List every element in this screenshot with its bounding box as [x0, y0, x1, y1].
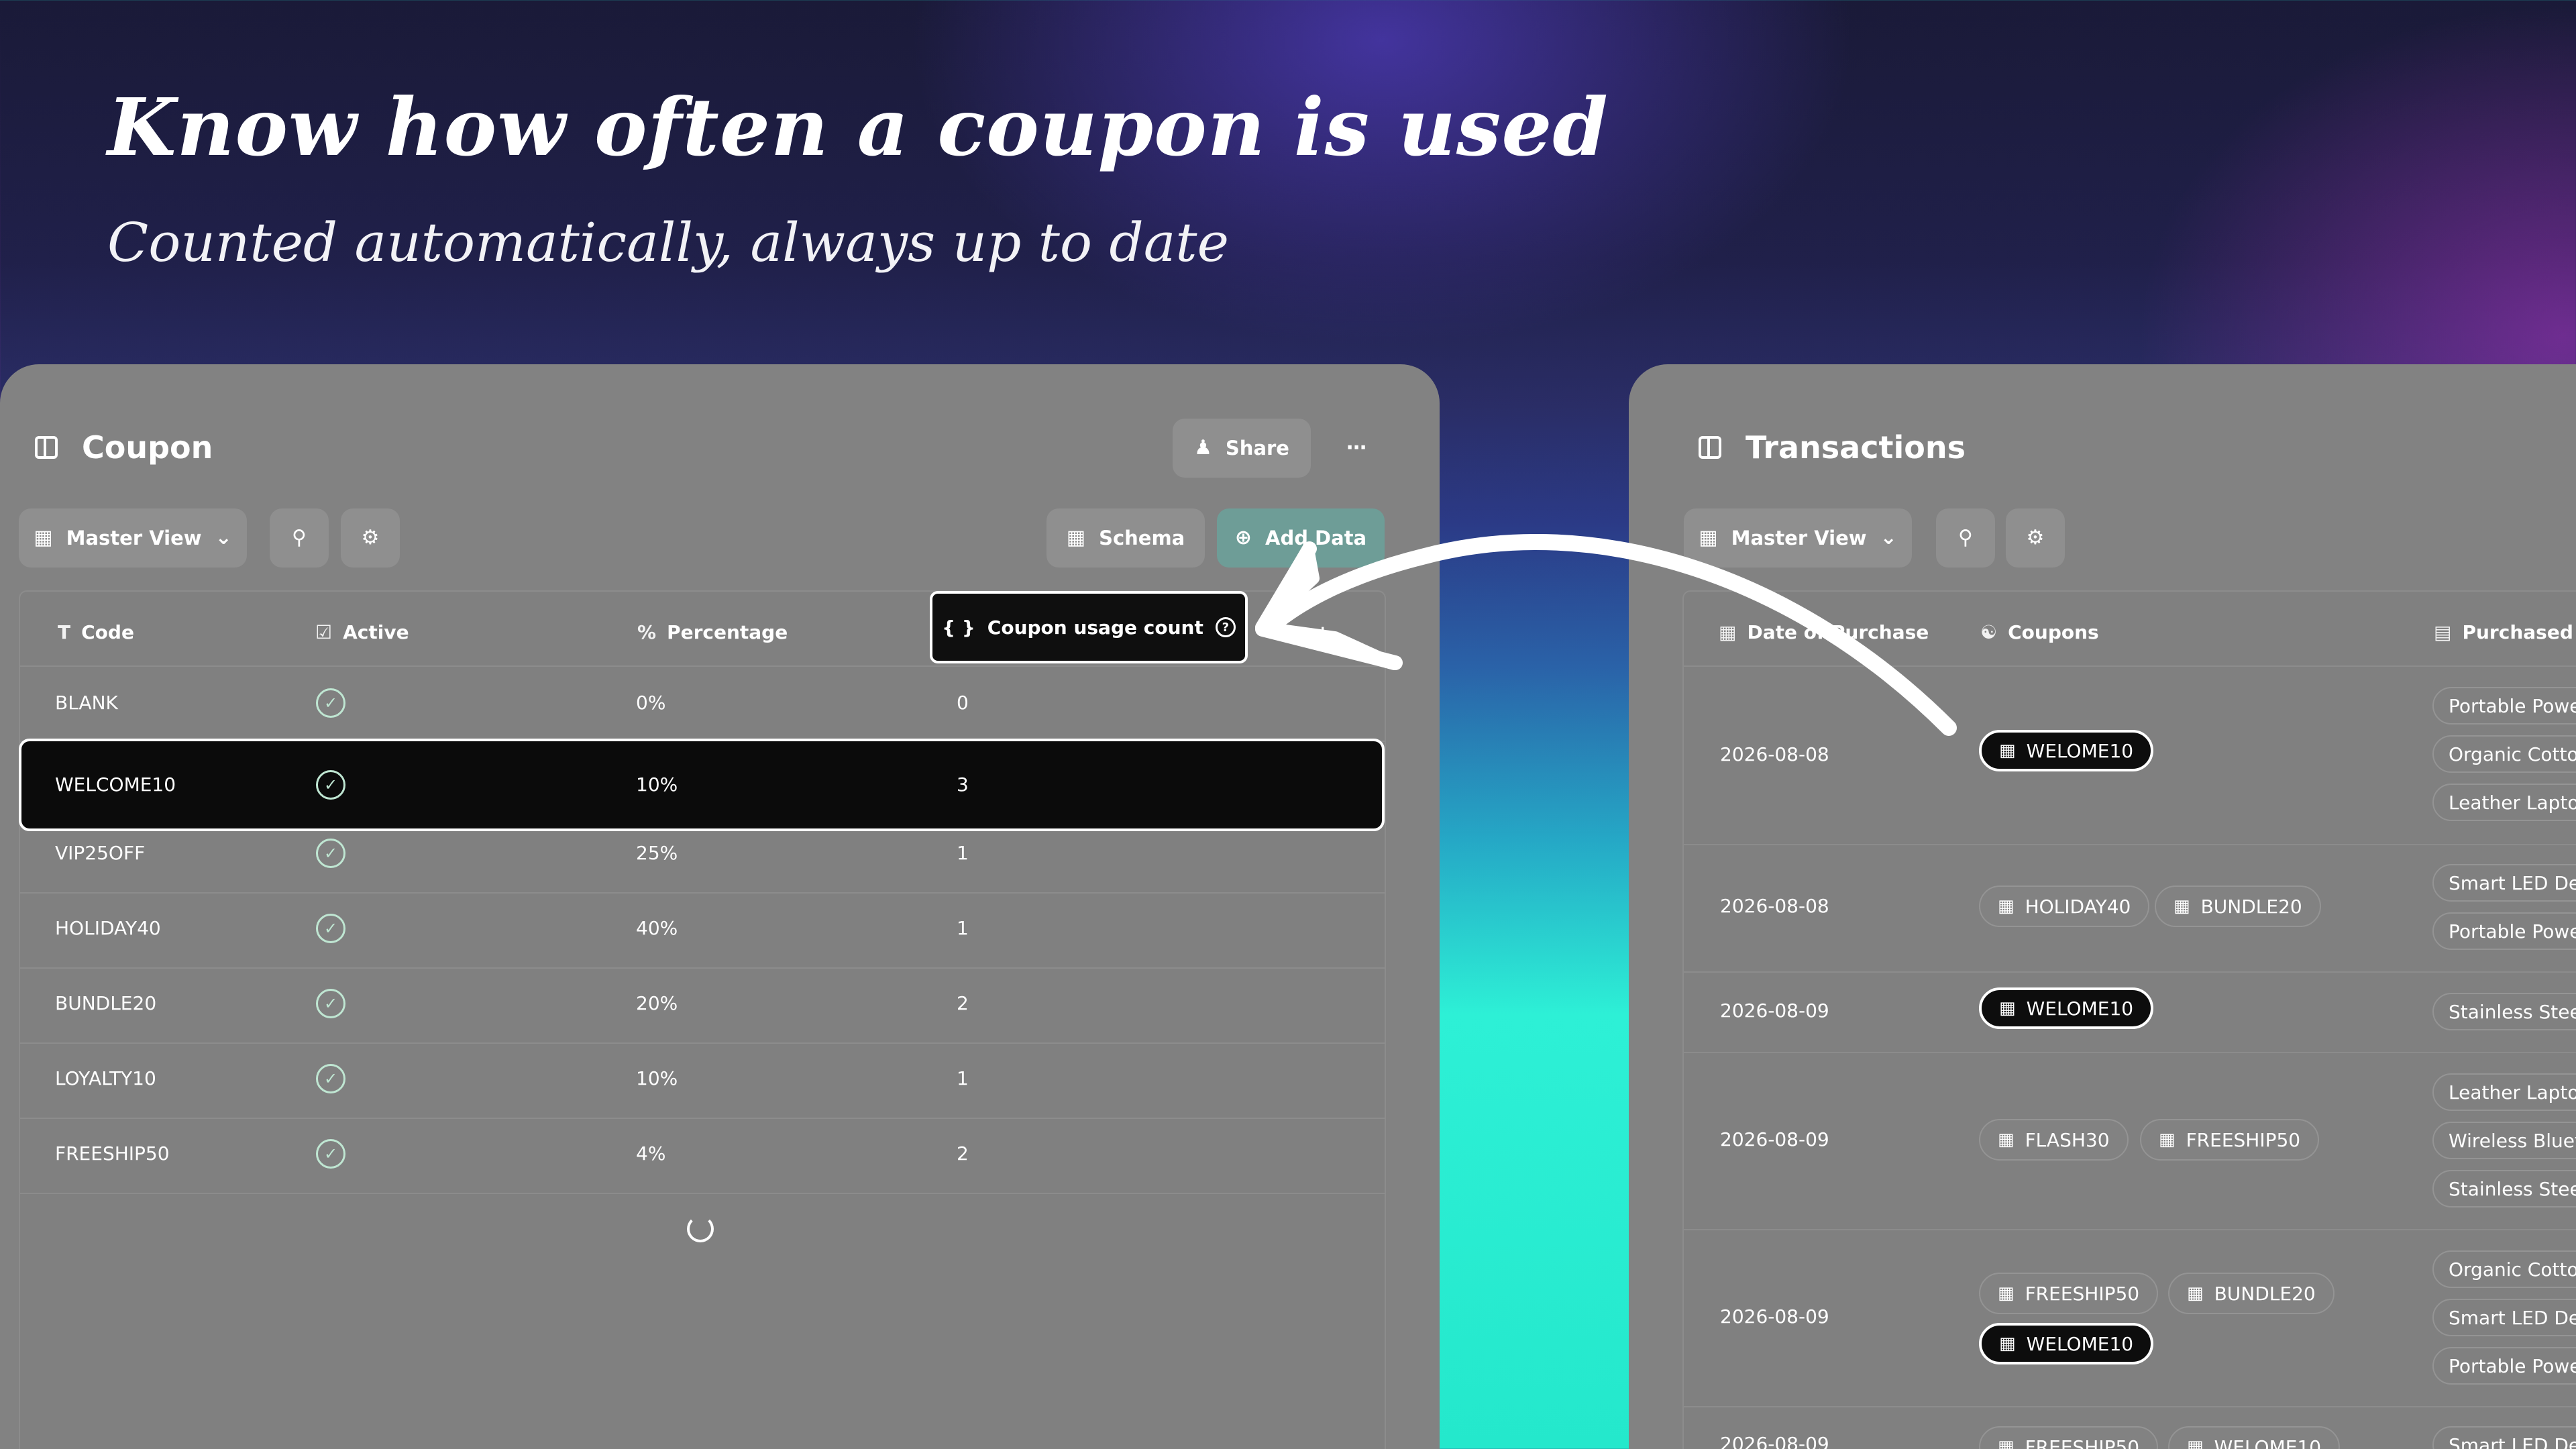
curved-arrow [1255, 534, 1957, 736]
